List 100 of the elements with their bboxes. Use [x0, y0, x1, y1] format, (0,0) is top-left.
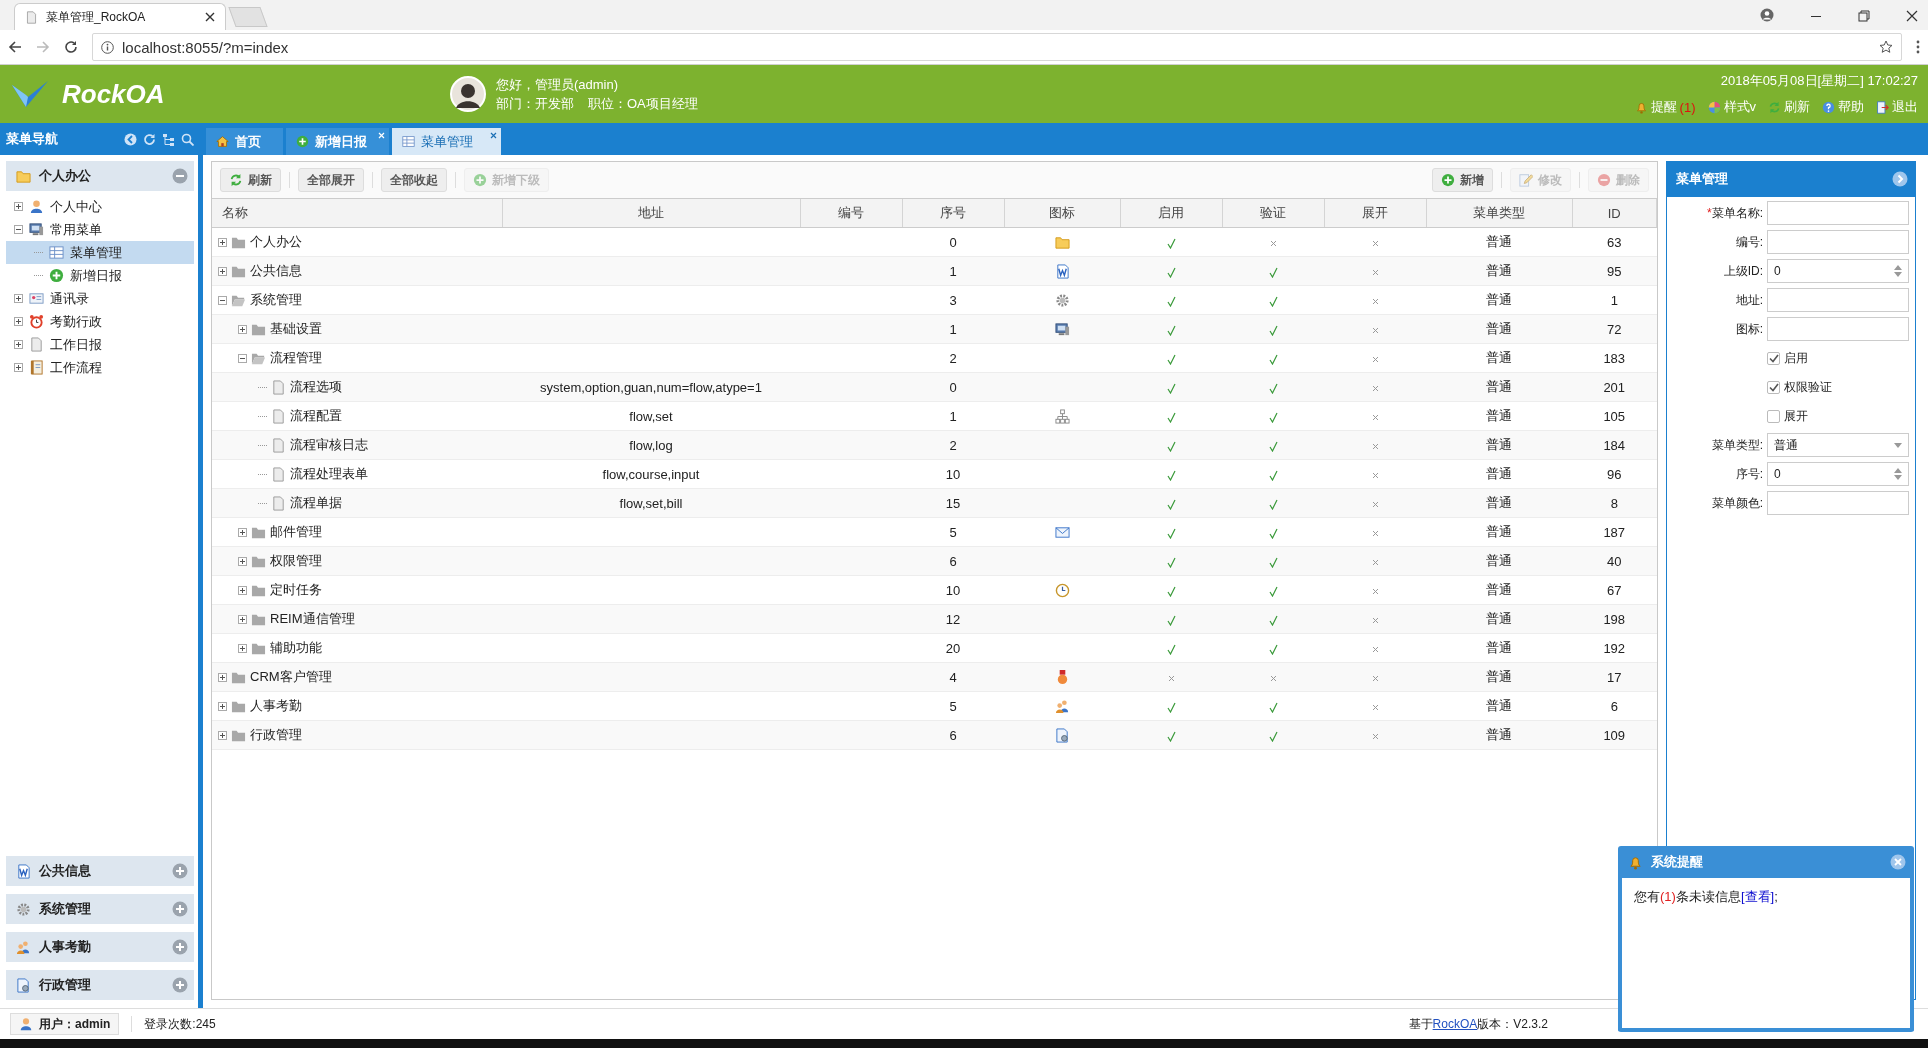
accordion-header[interactable]: 个人办公 — [6, 161, 194, 191]
rockoa-link[interactable]: RockOA — [1432, 1016, 1478, 1031]
table-cell: 流程单据 — [290, 494, 342, 512]
expand-toggle-icon[interactable] — [14, 340, 23, 349]
expand-icon[interactable] — [172, 863, 188, 879]
input-field[interactable] — [1767, 491, 1909, 515]
expand-icon[interactable] — [172, 939, 188, 955]
expand-toggle-icon[interactable] — [238, 556, 247, 566]
expand-toggle-icon[interactable] — [14, 317, 23, 326]
more-icon[interactable] — [1916, 40, 1920, 54]
column-header[interactable]: 序号 — [902, 199, 1004, 228]
expand-toggle-icon[interactable] — [238, 324, 247, 334]
browser-tab[interactable]: 菜单管理_RockOA — [14, 3, 226, 30]
number-field[interactable]: 0 — [1767, 259, 1909, 283]
nav-tree-item[interactable]: 个人中心 — [6, 195, 194, 218]
collapse-toggle-icon[interactable] — [14, 225, 23, 234]
spinner-arrows-icon[interactable] — [1894, 468, 1902, 480]
close-icon[interactable] — [205, 12, 215, 22]
column-header[interactable]: 名称 — [212, 199, 502, 228]
input-field[interactable] — [1767, 288, 1909, 312]
toolbar-button[interactable]: 新增 — [1432, 168, 1493, 192]
reload-icon[interactable] — [64, 40, 78, 54]
nav-tree-item[interactable]: 新增日报 — [6, 264, 194, 287]
nav-tree-item[interactable]: 常用菜单 — [6, 218, 194, 241]
logo-text: RockOA — [62, 78, 165, 110]
collapse-toggle-icon[interactable] — [238, 353, 247, 363]
table-cell: 普通 — [1486, 640, 1512, 655]
accordion-header[interactable]: 人事考勤 — [6, 932, 194, 962]
expand-toggle-icon[interactable] — [238, 527, 247, 537]
nav-tree-item[interactable]: 通讯录 — [6, 287, 194, 310]
accordion-header[interactable]: 系统管理 — [6, 894, 194, 924]
table-cell: 0 — [949, 234, 957, 250]
page-icon — [271, 408, 286, 424]
plus-icon — [1441, 173, 1455, 187]
nav-tree-item[interactable]: 工作日报 — [6, 333, 194, 356]
column-header[interactable]: ID — [1572, 199, 1657, 228]
star-icon[interactable] — [1879, 40, 1893, 54]
close-icon[interactable] — [1906, 10, 1918, 22]
table-cell: 67 — [1607, 582, 1622, 598]
restore-icon[interactable] — [1858, 10, 1870, 22]
expand-toggle-icon[interactable] — [218, 701, 227, 711]
input-field[interactable] — [1767, 317, 1909, 341]
table-cell: 2 — [949, 437, 957, 453]
expand-toggle-icon[interactable] — [218, 672, 227, 682]
toolbar-button[interactable]: 全部收起 — [381, 168, 447, 192]
column-header[interactable]: 启用 — [1120, 199, 1222, 228]
nav-tree-item[interactable]: 考勤行政 — [6, 310, 194, 333]
table-cell: 普通 — [1486, 437, 1512, 452]
page-tab[interactable]: 菜单管理 — [392, 128, 501, 155]
avatar — [450, 76, 486, 112]
input-field[interactable] — [1767, 230, 1909, 254]
nav-tree-item[interactable]: 菜单管理 — [6, 241, 194, 264]
expand-toggle-icon[interactable] — [238, 585, 247, 595]
expand-toggle-icon[interactable] — [14, 363, 23, 372]
expand-toggle-icon[interactable] — [14, 202, 23, 211]
table-cell: 4 — [949, 669, 957, 685]
expand-toggle-icon[interactable] — [238, 643, 247, 653]
input-field[interactable] — [1767, 201, 1909, 225]
accordion-header[interactable]: 公共信息 — [6, 856, 194, 886]
spinner-arrows-icon[interactable] — [1894, 265, 1902, 277]
expand-toggle-icon[interactable] — [14, 294, 23, 303]
collapse-toggle-icon[interactable] — [218, 295, 227, 305]
table-icon — [49, 245, 64, 260]
gear-icon — [16, 901, 31, 917]
number-field[interactable]: 0 — [1767, 462, 1909, 486]
refresh-icon[interactable] — [143, 132, 156, 146]
tree-icon[interactable] — [162, 132, 175, 146]
chevron-right-icon[interactable] — [1892, 171, 1908, 187]
expand-icon[interactable] — [172, 977, 188, 993]
dropdown[interactable]: 普通 — [1767, 433, 1909, 457]
table-cell: 普通 — [1486, 727, 1512, 742]
table-cell: 流程管理 — [270, 349, 322, 367]
back-icon[interactable] — [8, 40, 22, 54]
checkbox[interactable]: 展开 — [1767, 407, 1808, 425]
nav-tree-item[interactable]: 工作流程 — [6, 356, 194, 379]
checkbox[interactable]: 权限验证 — [1767, 378, 1832, 396]
checkbox[interactable]: 启用 — [1767, 349, 1808, 367]
page-icon — [271, 466, 286, 482]
column-header[interactable]: 编号 — [800, 199, 902, 228]
expand-toggle-icon[interactable] — [218, 266, 227, 276]
accordion-header[interactable]: 行政管理 — [6, 970, 194, 1000]
column-header[interactable]: 展开 — [1324, 199, 1426, 228]
expand-icon[interactable] — [172, 901, 188, 917]
table-cell: 2 — [949, 350, 957, 366]
account-icon[interactable] — [1760, 8, 1774, 22]
expand-toggle-icon[interactable] — [238, 614, 247, 624]
table-cell: 10 — [945, 466, 961, 482]
collapse-icon[interactable] — [172, 168, 188, 184]
address-bar[interactable]: localhost:8055/?m=index — [92, 33, 1902, 61]
toolbar-button[interactable]: 刷新 — [220, 168, 281, 192]
column-header[interactable]: 菜单类型 — [1426, 199, 1572, 228]
caret-icon[interactable] — [1894, 442, 1902, 448]
column-header[interactable]: 图标 — [1004, 199, 1120, 228]
expand-toggle-icon[interactable] — [218, 730, 227, 740]
toolbar-button[interactable]: 全部展开 — [298, 168, 364, 192]
column-header[interactable]: 验证 — [1222, 199, 1324, 228]
column-header[interactable]: 地址 — [502, 199, 800, 228]
search-icon[interactable] — [181, 132, 194, 146]
department-text: 部门：开发部 — [496, 95, 574, 113]
expand-toggle-icon[interactable] — [218, 237, 227, 247]
